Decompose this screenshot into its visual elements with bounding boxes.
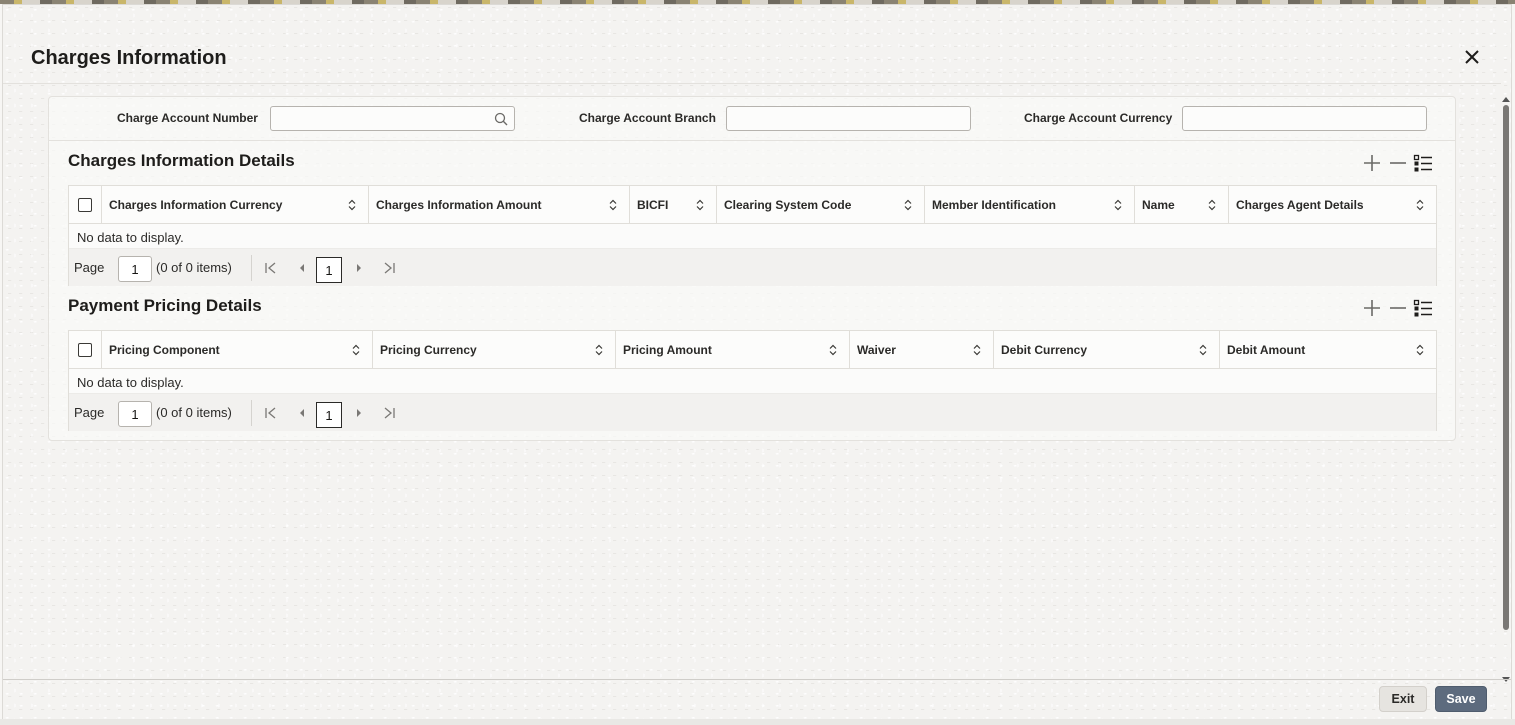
- sort-icon[interactable]: [1114, 199, 1122, 211]
- sort-icon[interactable]: [1416, 199, 1424, 211]
- vertical-scrollbar[interactable]: [1501, 97, 1511, 682]
- sort-icon[interactable]: [348, 199, 356, 211]
- next-page-icon[interactable]: [352, 406, 366, 420]
- column-header-charges-agent-details[interactable]: Charges Agent Details: [1228, 186, 1436, 224]
- sort-icon[interactable]: [973, 344, 981, 356]
- current-page-button[interactable]: 1: [316, 402, 342, 428]
- add-icon[interactable]: [1362, 298, 1382, 318]
- select-all-checkbox[interactable]: [78, 343, 92, 357]
- page-label: Page: [74, 405, 105, 420]
- last-page-icon[interactable]: [382, 261, 396, 275]
- charges-information-dialog: Charges Information Charge Account Numbe…: [2, 4, 1512, 722]
- column-header-pricing-currency[interactable]: Pricing Currency: [372, 331, 615, 369]
- next-page-icon[interactable]: [352, 261, 366, 275]
- last-page-icon[interactable]: [382, 406, 396, 420]
- search-icon[interactable]: [494, 112, 508, 126]
- first-page-icon[interactable]: [264, 406, 278, 420]
- page-label: Page: [74, 260, 105, 275]
- pager-divider: [251, 400, 252, 426]
- previous-page-icon[interactable]: [295, 406, 309, 420]
- sort-icon[interactable]: [352, 344, 360, 356]
- page-number-input[interactable]: 1: [118, 401, 152, 427]
- column-header-debit-currency[interactable]: Debit Currency: [993, 331, 1219, 369]
- save-button[interactable]: Save: [1435, 686, 1487, 712]
- column-list-icon[interactable]: [1413, 153, 1433, 173]
- sort-icon[interactable]: [696, 199, 704, 211]
- exit-button[interactable]: Exit: [1379, 686, 1427, 712]
- column-header-member-identification[interactable]: Member Identification: [924, 186, 1134, 224]
- table-header: Charges Information Currency Charges Inf…: [69, 186, 1436, 224]
- section-divider: [49, 140, 1455, 141]
- page-number-input[interactable]: 1: [118, 256, 152, 282]
- sort-icon[interactable]: [904, 199, 912, 211]
- item-count-text: (0 of 0 items): [156, 405, 232, 420]
- pagination-bar: Page 1 (0 of 0 items) 1: [69, 393, 1436, 431]
- title-divider: [3, 83, 1501, 84]
- column-list-icon[interactable]: [1413, 298, 1433, 318]
- column-header-debit-amount[interactable]: Debit Amount: [1219, 331, 1436, 369]
- close-icon[interactable]: [1461, 46, 1483, 68]
- sort-icon[interactable]: [609, 199, 617, 211]
- charge-account-number-field[interactable]: [270, 106, 515, 131]
- scroll-up-arrow-icon[interactable]: [1502, 97, 1510, 102]
- column-header-pricing-component[interactable]: Pricing Component: [101, 331, 372, 369]
- charge-account-number-label: Charge Account Number: [117, 111, 258, 125]
- column-header-charges-information-currency[interactable]: Charges Information Currency: [101, 186, 368, 224]
- charges-information-details-title: Charges Information Details: [68, 151, 295, 170]
- add-icon[interactable]: [1362, 153, 1382, 173]
- remove-icon[interactable]: [1388, 153, 1408, 173]
- remove-icon[interactable]: [1388, 298, 1408, 318]
- payment-pricing-details-title: Payment Pricing Details: [68, 296, 262, 315]
- item-count-text: (0 of 0 items): [156, 260, 232, 275]
- table-header: Pricing Component Pricing Currency Prici…: [69, 331, 1436, 369]
- payment-pricing-table: Pricing Component Pricing Currency Prici…: [68, 330, 1437, 431]
- column-header-clearing-system-code[interactable]: Clearing System Code: [716, 186, 924, 224]
- column-header-pricing-amount[interactable]: Pricing Amount: [615, 331, 849, 369]
- sort-icon[interactable]: [829, 344, 837, 356]
- charges-information-table: Charges Information Currency Charges Inf…: [68, 185, 1437, 286]
- sort-icon[interactable]: [1208, 199, 1216, 211]
- empty-table-message: No data to display.: [77, 375, 184, 390]
- sort-icon[interactable]: [595, 344, 603, 356]
- column-header-bicfi[interactable]: BICFI: [629, 186, 716, 224]
- charge-account-currency-field[interactable]: [1182, 106, 1427, 131]
- column-header-waiver[interactable]: Waiver: [849, 331, 993, 369]
- column-header-charges-information-amount[interactable]: Charges Information Amount: [368, 186, 629, 224]
- sort-icon[interactable]: [1416, 344, 1424, 356]
- current-page-button[interactable]: 1: [316, 257, 342, 283]
- pager-divider: [251, 255, 252, 281]
- column-header-name[interactable]: Name: [1134, 186, 1228, 224]
- select-all-checkbox[interactable]: [78, 198, 92, 212]
- charge-account-branch-label: Charge Account Branch: [579, 111, 716, 125]
- dialog-title: Charges Information: [31, 47, 227, 69]
- scrollbar-thumb[interactable]: [1503, 105, 1509, 630]
- bottom-bar: [0, 719, 1515, 725]
- first-page-icon[interactable]: [264, 261, 278, 275]
- empty-table-message: No data to display.: [77, 230, 184, 245]
- charge-account-branch-field[interactable]: [726, 106, 971, 131]
- pagination-bar: Page 1 (0 of 0 items) 1: [69, 248, 1436, 286]
- charge-account-currency-label: Charge Account Currency: [1024, 111, 1173, 125]
- footer-divider: [3, 679, 1511, 680]
- sort-icon[interactable]: [1199, 344, 1207, 356]
- previous-page-icon[interactable]: [295, 261, 309, 275]
